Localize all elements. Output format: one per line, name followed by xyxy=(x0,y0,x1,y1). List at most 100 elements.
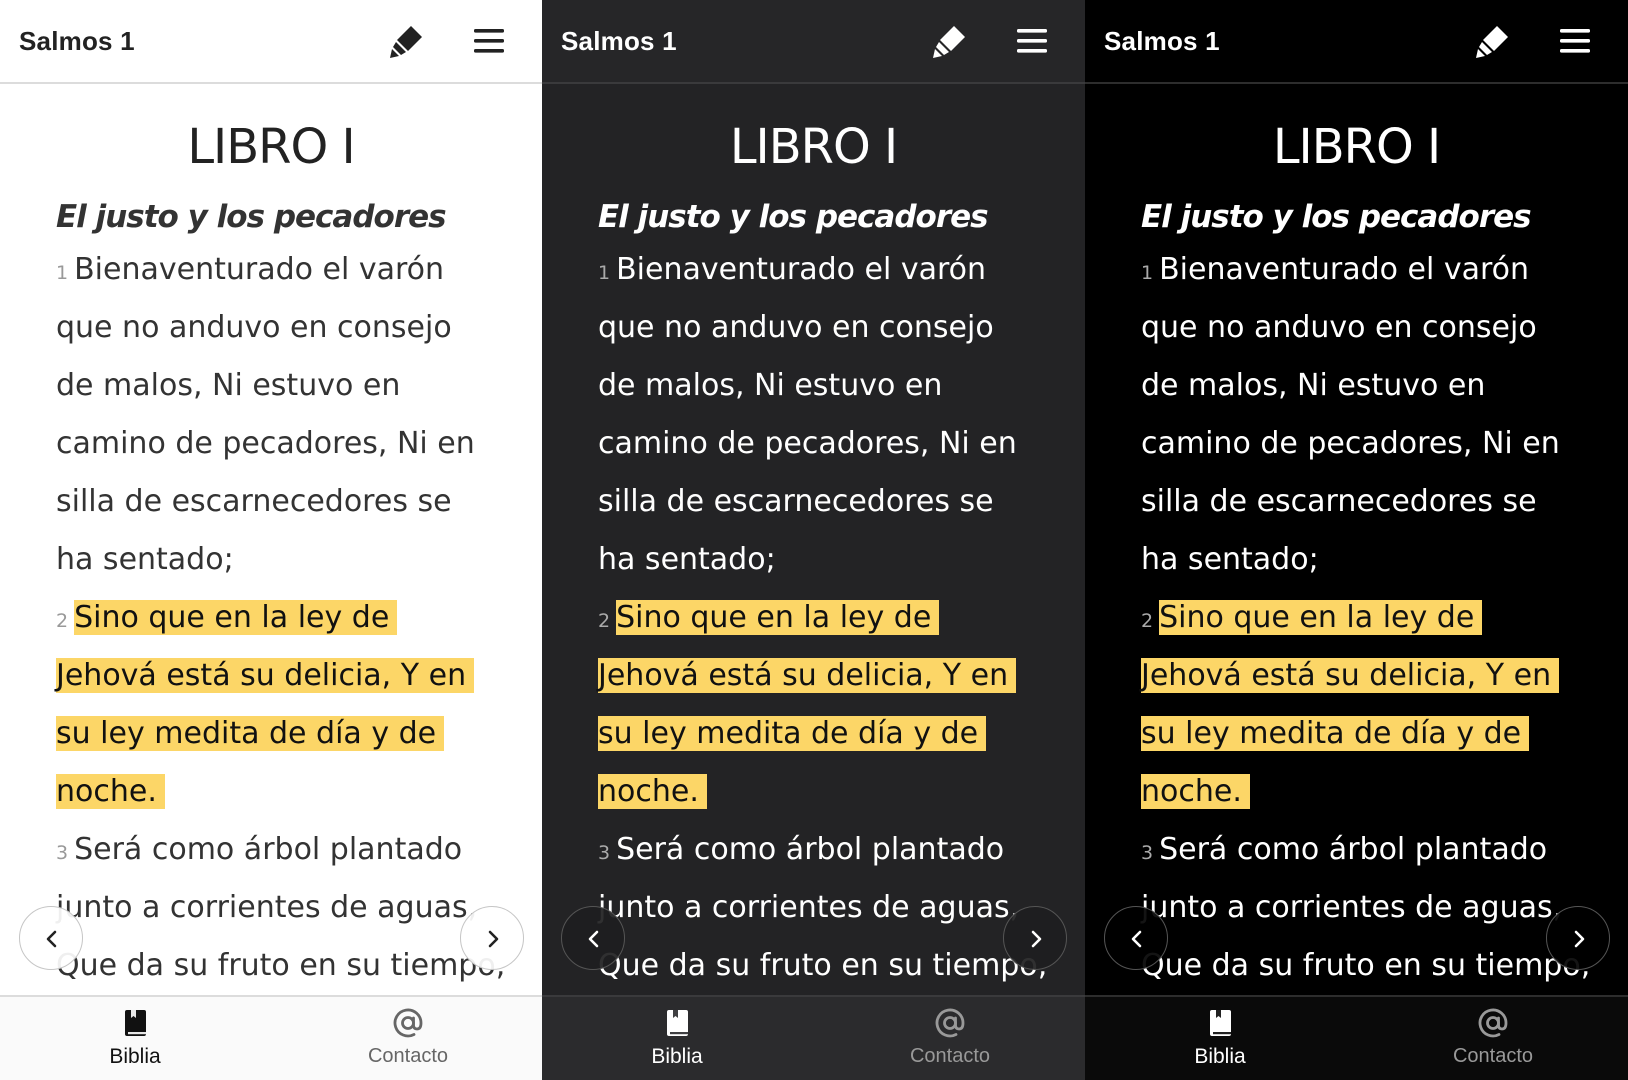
book-icon xyxy=(125,1010,146,1036)
verse-text: Bienaventurado el varón xyxy=(616,252,987,287)
verse-line[interactable]: 1 Bienaventurado el varón xyxy=(598,249,986,291)
chevron-right-icon xyxy=(1574,930,1585,948)
tab-contacto[interactable]: Contacto xyxy=(860,997,1040,1080)
verse-line[interactable]: 3 Será como árbol plantado xyxy=(56,829,462,871)
highlighted-verse-text: noche. xyxy=(598,774,707,809)
verse-text: junto a corrientes de aguas, xyxy=(56,890,478,925)
verse-line[interactable]: junto a corrientes de aguas, xyxy=(56,887,477,929)
previous-chapter-button[interactable] xyxy=(19,906,83,970)
verse-line[interactable]: silla de escarnecedores se xyxy=(56,481,452,523)
verse-number: 2 xyxy=(56,610,69,632)
highlighted-verse-text: Sino que en la ley de xyxy=(616,600,940,635)
verse-line[interactable]: silla de escarnecedores se xyxy=(598,481,994,523)
verse-line[interactable]: su ley medita de día y de xyxy=(1141,713,1530,755)
verse-text: que no anduvo en consejo xyxy=(598,310,994,345)
verse-line[interactable]: 2 Sino que en la ley de xyxy=(598,597,940,639)
reading-area[interactable]: LIBRO I El justo y los pecadores 1 Bienav… xyxy=(542,84,1085,996)
section-title: El justo y los pecadores xyxy=(598,199,989,235)
verse-line[interactable]: silla de escarnecedores se xyxy=(1141,481,1537,523)
hamburger-menu-icon[interactable] xyxy=(1558,24,1592,58)
highlighter-icon[interactable] xyxy=(927,20,971,64)
verse-number: 2 xyxy=(598,610,611,632)
chapter-title[interactable]: Salmos 1 xyxy=(19,26,135,57)
verse-text: Bienaventurado el varón xyxy=(74,252,445,287)
book-title: LIBRO I xyxy=(1272,119,1441,175)
tab-biblia-label: Biblia xyxy=(1194,1045,1246,1068)
verse-line[interactable]: Que da su fruto en su tiempo, xyxy=(56,945,505,987)
verse-line[interactable]: 2 Sino que en la ley de xyxy=(1141,597,1483,639)
verse-line[interactable]: noche. xyxy=(598,771,707,813)
verse-line[interactable]: 1 Bienaventurado el varón xyxy=(1141,249,1529,291)
verse-line[interactable]: que no anduvo en consejo xyxy=(598,307,994,349)
tab-contacto[interactable]: Contacto xyxy=(318,997,498,1080)
verse-line[interactable]: Jehová está su delicia, Y en xyxy=(1141,655,1560,697)
tab-biblia[interactable]: Biblia xyxy=(587,997,767,1080)
book-icon xyxy=(667,1010,688,1036)
verse-text: Será como árbol plantado xyxy=(616,832,1005,867)
verse-number: 1 xyxy=(1141,262,1154,284)
highlighted-verse-text: su ley medita de día y de xyxy=(598,716,987,751)
verse-line[interactable]: 1 Bienaventurado el varón xyxy=(56,249,444,291)
bottom-navigation: Biblia Contacto xyxy=(0,995,542,1080)
verse-text: Que da su fruto en su tiempo, xyxy=(56,948,506,983)
highlighter-icon[interactable] xyxy=(384,20,428,64)
next-chapter-button[interactable] xyxy=(460,906,524,970)
at-sign-icon xyxy=(935,1008,965,1038)
previous-chapter-button[interactable] xyxy=(561,906,625,970)
verse-line[interactable]: Que da su fruto en su tiempo, xyxy=(598,945,1047,987)
chapter-title[interactable]: Salmos 1 xyxy=(561,26,677,57)
verse-text: junto a corrientes de aguas, xyxy=(598,890,1020,925)
chapter-title[interactable]: Salmos 1 xyxy=(1104,26,1220,57)
section-title: El justo y los pecadores xyxy=(56,199,447,235)
app-header: Salmos 1 xyxy=(542,0,1085,84)
hamburger-menu-icon[interactable] xyxy=(1015,24,1049,58)
verse-line[interactable]: de malos, Ni estuvo en xyxy=(56,365,400,407)
verse-line[interactable]: camino de pecadores, Ni en xyxy=(56,423,475,465)
reading-area[interactable]: LIBRO I El justo y los pecadores 1 Bienav… xyxy=(0,84,542,996)
verse-line[interactable]: de malos, Ni estuvo en xyxy=(1141,365,1485,407)
verse-line[interactable]: camino de pecadores, Ni en xyxy=(598,423,1017,465)
verse-line[interactable]: de malos, Ni estuvo en xyxy=(598,365,942,407)
verse-text: Bienaventurado el varón xyxy=(1159,252,1530,287)
at-sign-icon xyxy=(393,1008,423,1038)
verse-line[interactable]: 3 Será como árbol plantado xyxy=(598,829,1004,871)
tab-contacto[interactable]: Contacto xyxy=(1403,997,1583,1080)
verse-line[interactable]: ha sentado; xyxy=(1141,539,1319,581)
chevron-right-icon xyxy=(1031,930,1042,948)
verse-text: silla de escarnecedores se xyxy=(56,484,452,519)
verse-line[interactable]: que no anduvo en consejo xyxy=(1141,307,1537,349)
verse-line[interactable]: Jehová está su delicia, Y en xyxy=(56,655,475,697)
verse-text: que no anduvo en consejo xyxy=(56,310,452,345)
reading-area[interactable]: LIBRO I El justo y los pecadores 1 Bienav… xyxy=(1085,84,1628,996)
verse-line[interactable]: que no anduvo en consejo xyxy=(56,307,452,349)
next-chapter-button[interactable] xyxy=(1546,906,1610,970)
verse-line[interactable]: Jehová está su delicia, Y en xyxy=(598,655,1017,697)
hamburger-menu-icon[interactable] xyxy=(472,24,506,58)
verse-line[interactable]: ha sentado; xyxy=(56,539,234,581)
verse-line[interactable]: 3 Será como árbol plantado xyxy=(1141,829,1547,871)
verse-number: 1 xyxy=(56,262,69,284)
previous-chapter-button[interactable] xyxy=(1104,906,1168,970)
verse-text: camino de pecadores, Ni en xyxy=(1141,426,1560,461)
section-title: El justo y los pecadores xyxy=(1141,199,1532,235)
tab-contacto-label: Contacto xyxy=(1452,1045,1534,1067)
verse-line[interactable]: 2 Sino que en la ley de xyxy=(56,597,398,639)
verse-line[interactable]: junto a corrientes de aguas, xyxy=(1141,887,1562,929)
verse-line[interactable]: su ley medita de día y de xyxy=(598,713,987,755)
verse-line[interactable]: su ley medita de día y de xyxy=(56,713,445,755)
highlighter-icon[interactable] xyxy=(1470,20,1514,64)
verse-line[interactable]: Que da su fruto en su tiempo, xyxy=(1141,945,1590,987)
verse-line[interactable]: camino de pecadores, Ni en xyxy=(1141,423,1560,465)
verse-line[interactable]: ha sentado; xyxy=(598,539,776,581)
tab-contacto-label: Contacto xyxy=(367,1045,449,1067)
next-chapter-button[interactable] xyxy=(1003,906,1067,970)
verse-number: 2 xyxy=(1141,610,1154,632)
verse-line[interactable]: junto a corrientes de aguas, xyxy=(598,887,1019,929)
verse-text: ha sentado; xyxy=(598,542,776,577)
verse-line[interactable]: noche. xyxy=(56,771,165,813)
chevron-left-icon xyxy=(588,930,599,948)
tab-biblia[interactable]: Biblia xyxy=(1130,997,1310,1080)
phone-screen-black: Salmos 1 LIBRO I El justo y los pecadore… xyxy=(1085,0,1628,1080)
tab-biblia[interactable]: Biblia xyxy=(45,997,225,1080)
verse-line[interactable]: noche. xyxy=(1141,771,1250,813)
